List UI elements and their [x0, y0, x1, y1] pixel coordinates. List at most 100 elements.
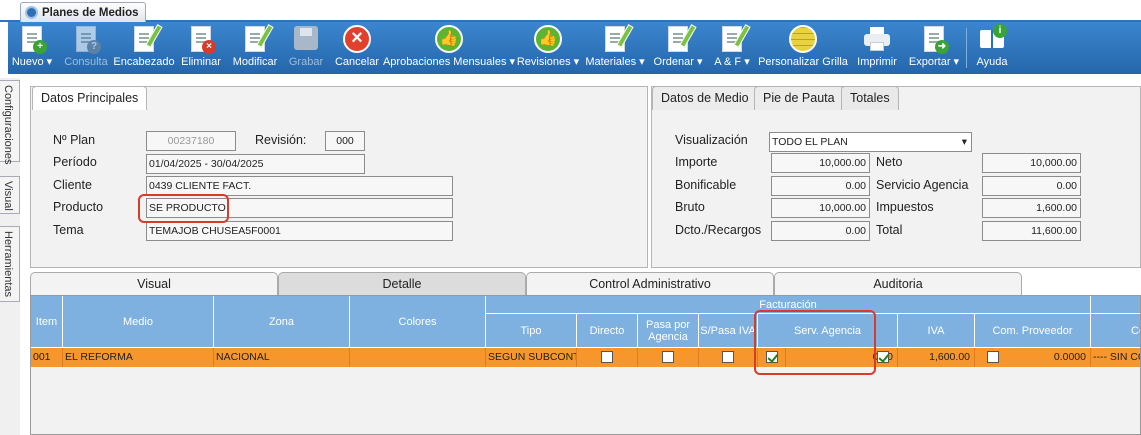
monthly-approvals-button[interactable]: 👍 Aprobaciones Mensuales ▾ [383, 24, 515, 72]
tab-visual[interactable]: Visual [30, 272, 278, 296]
revisions-label: Revisiones [516, 56, 571, 68]
revision-field[interactable]: 000 [325, 131, 365, 151]
new-button[interactable]: + Nuevo ▾ [11, 24, 53, 72]
column-header-co[interactable]: Co [1091, 314, 1140, 348]
modify-button[interactable]: Modificar [230, 24, 280, 72]
cancel-button[interactable]: × Cancelar [334, 24, 380, 72]
theme-field[interactable]: TEMAJOB CHUSEA5F0001 [146, 221, 453, 241]
delete-document-icon: × [186, 24, 216, 54]
net-label: Neto [876, 155, 903, 169]
tab-totales[interactable]: Totales [841, 86, 899, 110]
agency-service-field: 0.00 [982, 176, 1081, 196]
column-header-pasa-agencia[interactable]: Pasa por Agencia [638, 314, 699, 348]
help-label: Ayuda [976, 56, 1008, 68]
dropdown-arrow-icon: ▾ [693, 56, 703, 68]
thumbs-up-icon: 👍 [533, 24, 563, 54]
af-button[interactable]: A & F ▾ [712, 24, 752, 72]
sort-button[interactable]: Ordenar ▾ [652, 24, 704, 72]
cell-iva[interactable]: 1,600.00 [898, 348, 975, 367]
printer-icon [862, 24, 892, 54]
amount-label: Importe [675, 155, 718, 169]
column-header-com-proveedor[interactable]: Com. Proveedor [975, 314, 1091, 348]
query-document-icon: ? [71, 24, 101, 54]
serv-agencia-highlight [754, 310, 876, 375]
save-icon [291, 24, 321, 54]
sidebar-tab-configuraciones[interactable]: Configuraciones [0, 80, 20, 165]
help-button[interactable]: i Ayuda [972, 24, 1012, 72]
tab-pie-de-pauta[interactable]: Pie de Pauta [754, 86, 844, 110]
com-proveedor-checkbox[interactable] [987, 351, 999, 363]
cell-colores[interactable] [350, 348, 486, 367]
edit-document-icon [240, 24, 274, 54]
cell-zona[interactable]: NACIONAL [214, 348, 350, 367]
print-button[interactable]: Imprimir [854, 24, 900, 72]
materials-label: Materiales [585, 56, 637, 68]
export-label: Exportar [908, 56, 951, 68]
tab-control-administrativo[interactable]: Control Administrativo [526, 272, 774, 296]
export-button[interactable]: ➜ Exportar ▾ [906, 24, 962, 72]
client-field[interactable]: 0439 CLIENTE FACT. [146, 176, 453, 196]
tab-detalle[interactable]: Detalle [278, 272, 526, 296]
document-tab-bar [0, 0, 1141, 22]
column-header-iva[interactable]: IVA [898, 314, 975, 348]
dropdown-arrow-icon: ▾ [950, 56, 960, 68]
document-tab[interactable]: Planes de Medios [20, 2, 146, 22]
header-button[interactable]: Encabezado [113, 24, 175, 72]
tab-datos-de-medio[interactable]: Datos de Medio [652, 86, 758, 110]
gross-field: 10,000.00 [771, 198, 870, 218]
sidebar-tab-herramientas[interactable]: Herramientas [0, 226, 20, 302]
dropdown-arrow-icon: ▾ [506, 56, 516, 68]
materials-button[interactable]: Materiales ▾ [585, 24, 645, 72]
delete-button[interactable]: × Eliminar [180, 24, 222, 72]
iva-checkbox[interactable] [877, 351, 889, 363]
column-header-colores[interactable]: Colores [350, 296, 486, 348]
period-field[interactable]: 01/04/2025 - 30/04/2025 [146, 154, 365, 174]
total-label: Total [876, 223, 903, 237]
sidebar-tab-visual[interactable]: Visual [0, 176, 20, 214]
customize-grid-button[interactable]: Personalizar Grilla [758, 24, 848, 72]
app-logo-icon [25, 6, 38, 19]
visualization-label: Visualización [675, 133, 748, 147]
cell-tipo[interactable]: SEGUN SUBCONTRA [486, 348, 577, 367]
cell-pasa-agencia [638, 348, 699, 367]
column-header-zona[interactable]: Zona [214, 296, 350, 348]
af-label: A & F [714, 56, 742, 68]
bonificable-field: 0.00 [771, 176, 870, 196]
column-header-medio[interactable]: Medio [63, 296, 214, 348]
visualization-select[interactable]: TODO EL PLAN ▾ [769, 132, 972, 152]
theme-label: Tema [53, 223, 84, 237]
dropdown-arrow-icon: ▾ [636, 56, 645, 68]
customize-grid-label: Personalizar Grilla [758, 56, 848, 68]
export-icon: ➜ [919, 24, 949, 54]
chevron-down-icon: ▾ [961, 136, 967, 148]
product-highlight [138, 194, 229, 223]
taxes-label: Impuestos [876, 200, 934, 214]
print-label: Imprimir [857, 56, 897, 68]
toolbar: + Nuevo ▾ ? Consulta Encabezado × Elimin… [8, 22, 1141, 74]
save-button[interactable]: Grabar [286, 24, 326, 72]
taxes-field: 1,600.00 [982, 198, 1081, 218]
cell-co[interactable]: ---- SIN CO [1091, 348, 1140, 367]
modify-label: Modificar [232, 56, 278, 68]
discount-field: 0.00 [771, 221, 870, 241]
tab-auditoria[interactable]: Auditoria [774, 272, 1022, 296]
side-panel: Configuraciones Visual Herramientas [0, 78, 20, 435]
section-tabs: Visual Detalle Control Administrativo Au… [30, 272, 1141, 296]
cell-directo [577, 348, 638, 367]
column-header-item[interactable]: Item [31, 296, 63, 348]
column-header-spasa-iva[interactable]: S/Pasa IVA [699, 314, 758, 348]
plan-number-field[interactable]: 00237180 [146, 131, 236, 151]
cancel-label: Cancelar [334, 56, 380, 68]
query-button[interactable]: ? Consulta [63, 24, 109, 72]
dropdown-arrow-icon: ▾ [570, 56, 580, 68]
column-header-directo[interactable]: Directo [577, 314, 638, 348]
pasa-agencia-checkbox[interactable] [662, 351, 674, 363]
directo-checkbox[interactable] [601, 351, 613, 363]
column-header-tipo[interactable]: Tipo [486, 314, 577, 348]
cell-medio[interactable]: EL REFORMA [63, 348, 214, 367]
spasa-iva-checkbox[interactable] [722, 351, 734, 363]
revisions-button[interactable]: 👍 Revisiones ▾ [516, 24, 580, 72]
tab-datos-principales[interactable]: Datos Principales [32, 86, 148, 110]
main-data-panel: Datos Principales Nº Plan 00237180 Revis… [30, 86, 648, 268]
cell-item[interactable]: 001 [31, 348, 63, 367]
